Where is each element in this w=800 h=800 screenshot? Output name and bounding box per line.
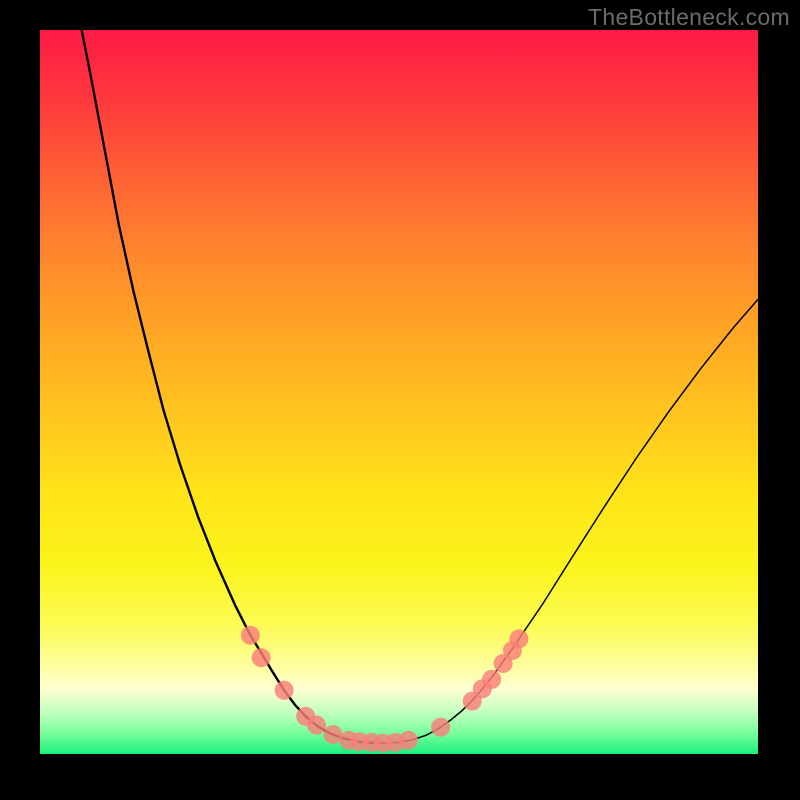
- data-marker: [509, 629, 528, 648]
- data-marker: [252, 648, 271, 667]
- marker-group-right: [431, 629, 528, 736]
- curve-left-arm: [82, 30, 381, 743]
- data-marker: [241, 626, 260, 645]
- watermark-text: TheBottleneck.com: [588, 4, 790, 31]
- curve-right-arm: [381, 299, 758, 743]
- data-marker: [482, 670, 501, 689]
- data-marker: [431, 718, 450, 737]
- marker-group-bottom: [339, 731, 418, 753]
- data-marker: [399, 731, 418, 750]
- data-marker: [275, 681, 294, 700]
- chart-plot-area: [40, 30, 758, 754]
- chart-svg: [40, 30, 758, 754]
- data-marker: [307, 716, 326, 735]
